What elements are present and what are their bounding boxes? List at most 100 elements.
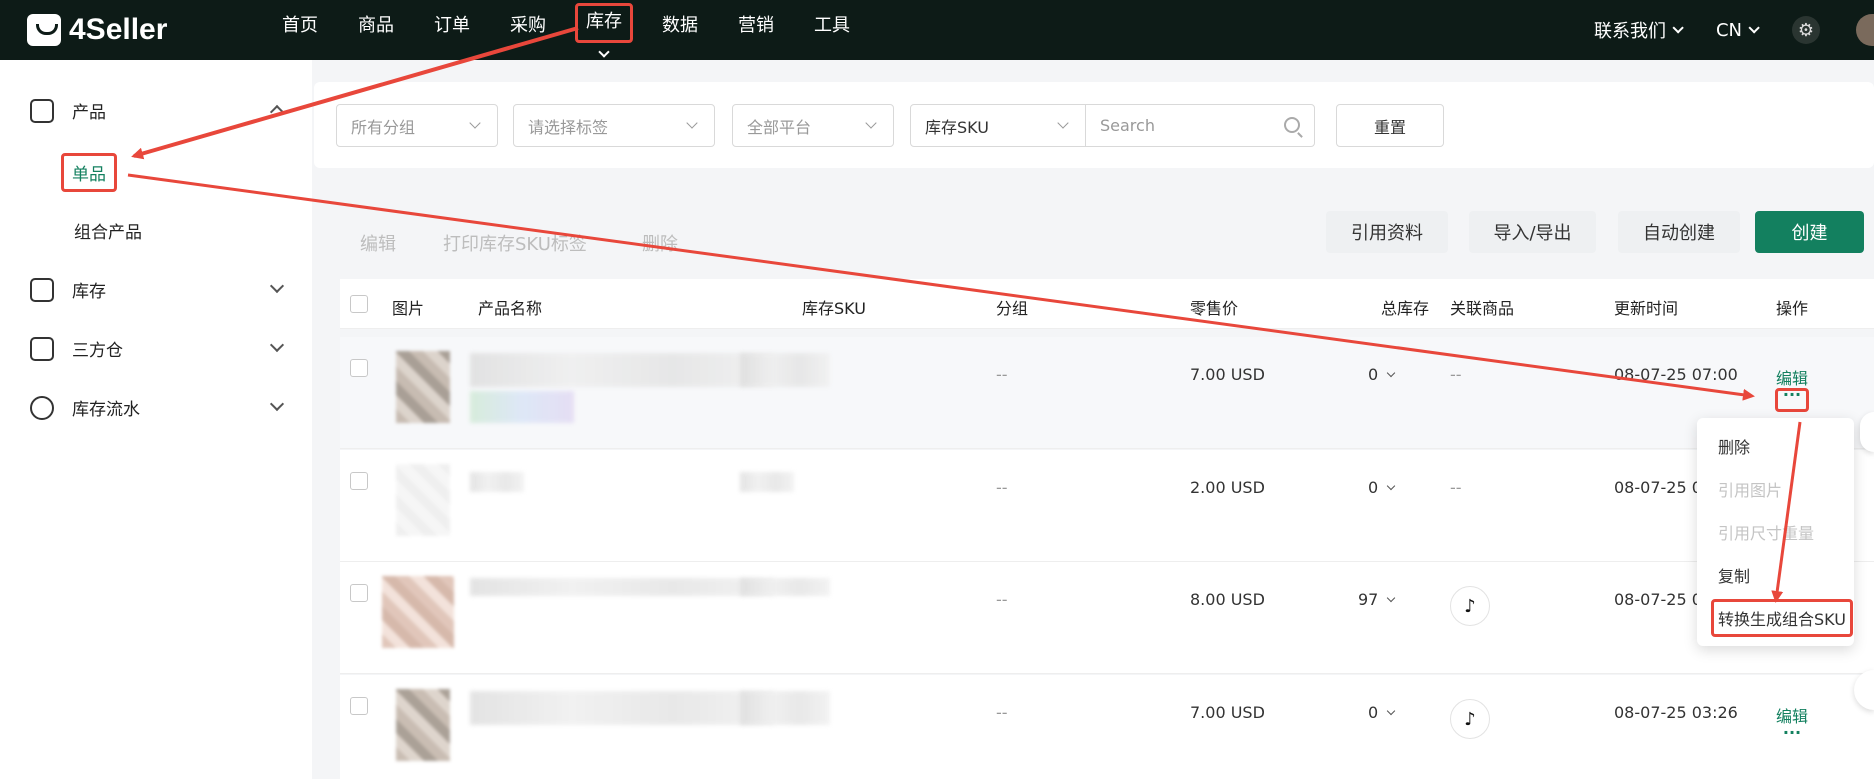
print-sku-label-button[interactable]: 打印库存SKU标签 (443, 230, 587, 256)
row-price: 7.00 USD (1190, 365, 1265, 384)
reset-button[interactable]: 重置 (1336, 104, 1444, 147)
nav-inventory[interactable]: 库存 (575, 3, 633, 58)
table-row[interactable]: -- 8.00 USD 97 ♪ 08-07-25 0 (340, 562, 1874, 674)
nav-marketing[interactable]: 营销 (718, 0, 794, 60)
ref-data-button[interactable]: 引用资料 (1326, 211, 1448, 253)
select-all-checkbox[interactable] (350, 295, 368, 313)
row-checkbox[interactable] (350, 472, 368, 490)
col-name: 产品名称 (478, 299, 543, 318)
group-select[interactable]: 所有分组 (336, 104, 498, 147)
table-row[interactable]: -- 7.00 USD 0 ♪ 08-07-25 03:26 编辑 ··· (340, 675, 1874, 779)
row-stock[interactable]: 0 (1368, 478, 1396, 497)
side-floating-tab[interactable] (1860, 412, 1874, 452)
brand-logo[interactable]: 4Seller (27, 10, 167, 50)
sidebar-item-combo[interactable]: 组合产品 (74, 218, 142, 243)
product-name-redacted (470, 472, 524, 492)
chevron-down-icon (686, 117, 698, 129)
language-menu[interactable]: CN (1716, 20, 1760, 41)
row-stock[interactable]: 0 (1368, 365, 1396, 384)
bulk-edit-button[interactable]: 编辑 (360, 230, 396, 256)
menu-ref-size-weight[interactable]: 引用尺寸重量 (1718, 520, 1814, 544)
product-icon (30, 98, 54, 123)
row-stock[interactable]: 0 (1368, 703, 1396, 722)
inventory-icon (30, 277, 54, 302)
contact-us-label: 联系我们 (1593, 21, 1666, 42)
bulk-delete-button[interactable]: 删除 (642, 230, 678, 256)
sidebar-item-single[interactable]: 单品 (61, 153, 117, 192)
auto-create-button[interactable]: 自动创建 (1618, 211, 1740, 253)
menu-delete[interactable]: 删除 (1718, 434, 1750, 458)
row-stock[interactable]: 97 (1358, 590, 1396, 609)
chevron-down-icon (1672, 22, 1684, 34)
more-actions-button[interactable]: ··· (1776, 725, 1808, 749)
sku-type-select[interactable]: 库存SKU (910, 104, 1086, 147)
row-price: 2.00 USD (1190, 478, 1265, 497)
sidebar-item-inventory[interactable]: 库存 (30, 277, 285, 302)
tag-select-value: 请选择标签 (528, 117, 609, 137)
col-group: 分组 (996, 299, 1029, 318)
top-navbar: 4Seller 首页 商品 订单 采购 库存 数据 营销 工具 联系我们 CN … (0, 0, 1874, 60)
tiktok-icon[interactable]: ♪ (1450, 586, 1490, 626)
chevron-up-icon (269, 104, 285, 120)
row-checkbox[interactable] (350, 697, 368, 715)
product-thumbnail (382, 576, 454, 648)
nav-tools[interactable]: 工具 (794, 0, 870, 60)
more-actions-button[interactable]: ··· (1775, 387, 1809, 412)
col-linked: 关联商品 (1450, 299, 1515, 318)
row-stock-value: 0 (1368, 703, 1379, 722)
search-placeholder: Search (1100, 116, 1155, 135)
row-checkbox[interactable] (350, 584, 368, 602)
sku-redacted (740, 472, 794, 492)
row-updated: 08-07-25 0 (1614, 478, 1702, 497)
menu-ref-image[interactable]: 引用图片 (1718, 477, 1782, 501)
row-group: -- (996, 478, 1008, 497)
flow-icon (30, 395, 54, 420)
row-linked: -- (1450, 478, 1462, 497)
avatar[interactable] (1856, 14, 1874, 46)
product-thumbnail (396, 351, 450, 423)
contact-us-menu[interactable]: 联系我们 (1593, 17, 1684, 43)
nav-data[interactable]: 数据 (642, 0, 718, 60)
import-export-button[interactable]: 导入/导出 (1469, 211, 1596, 253)
warehouse-icon (30, 336, 54, 361)
chevron-down-icon (598, 46, 610, 58)
create-button[interactable]: 创建 (1755, 211, 1864, 253)
table-header: 图片 产品名称 库存SKU 分组 零售价 总库存 关联商品 更新时间 操作 (340, 279, 1874, 329)
brand-name: 4Seller (69, 13, 168, 46)
gear-icon[interactable]: ⚙ (1792, 16, 1820, 44)
nav-purchase[interactable]: 采购 (490, 0, 566, 60)
sidebar-item-flow[interactable]: 库存流水 (30, 395, 285, 420)
row-actions-menu: 删除 引用图片 引用尺寸重量 复制 转换生成组合SKU (1697, 418, 1854, 646)
tag-select[interactable]: 请选择标签 (513, 104, 715, 147)
nav-home[interactable]: 首页 (262, 0, 338, 60)
sidebar-item-product[interactable]: 产品 (30, 98, 285, 123)
tiktok-icon[interactable]: ♪ (1450, 699, 1490, 739)
nav-products[interactable]: 商品 (338, 0, 414, 60)
platform-select-value: 全部平台 (747, 117, 812, 137)
sidebar-item-label: 库存流水 (72, 400, 140, 420)
search-icon[interactable] (1284, 117, 1300, 133)
group-select-value: 所有分组 (351, 117, 416, 137)
table-row[interactable]: -- 7.00 USD 0 -- 08-07-25 07:00 编辑 ··· (340, 337, 1874, 449)
platform-select[interactable]: 全部平台 (732, 104, 894, 147)
sku-redacted (740, 578, 830, 596)
sidebar-item-label: 产品 (72, 103, 106, 123)
sidebar-item-thirdparty[interactable]: 三方仓 (30, 336, 285, 361)
row-updated: 08-07-25 03:26 (1614, 703, 1738, 722)
nav-orders[interactable]: 订单 (414, 0, 490, 60)
filter-bar: 所有分组 请选择标签 全部平台 库存SKU Search 重置 (314, 82, 1874, 168)
product-thumbnail (396, 689, 450, 761)
search-input[interactable]: Search (1085, 104, 1315, 147)
top-right-area: 联系我们 CN ⚙ (1594, 0, 1874, 60)
menu-convert-to-combo-sku[interactable]: 转换生成组合SKU (1711, 599, 1853, 637)
product-thumbnail (396, 464, 450, 536)
chevron-down-icon (1057, 117, 1069, 129)
chevron-down-icon (1386, 706, 1396, 716)
col-price: 零售价 (1190, 299, 1239, 318)
col-sku: 库存SKU (802, 299, 866, 318)
col-actions: 操作 (1776, 299, 1809, 318)
row-price: 8.00 USD (1190, 590, 1265, 609)
row-checkbox[interactable] (350, 359, 368, 377)
menu-copy[interactable]: 复制 (1718, 563, 1750, 587)
table-row[interactable]: -- 2.00 USD 0 -- 08-07-25 0 (340, 450, 1874, 562)
